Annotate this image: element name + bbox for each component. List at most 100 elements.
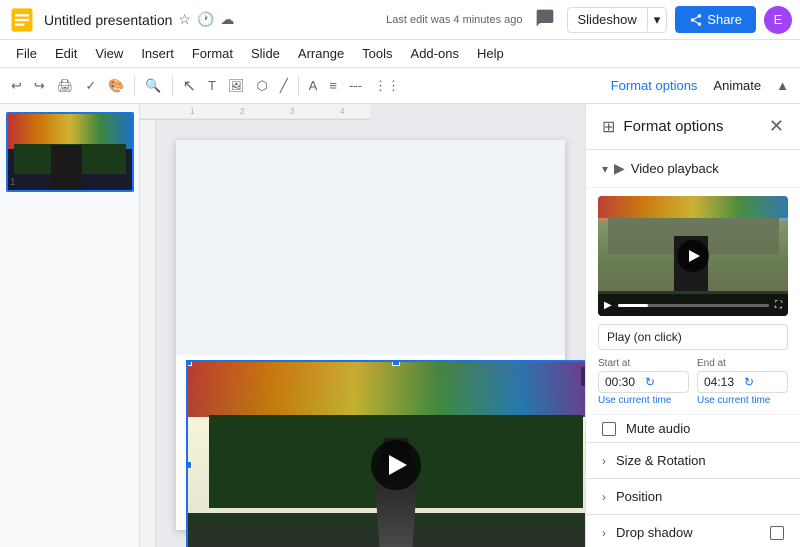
- line-weight-button[interactable]: ≡: [324, 75, 342, 96]
- video-play-button[interactable]: [371, 440, 421, 490]
- end-time-input[interactable]: [704, 375, 744, 389]
- bg-color-button[interactable]: A: [304, 75, 323, 96]
- use-current-start[interactable]: Use current time: [598, 395, 689, 406]
- use-current-time: Use current time Use current time: [598, 395, 788, 406]
- resize-handle-tm[interactable]: [392, 360, 400, 366]
- slideshow-container: Slideshow ▾: [567, 7, 668, 33]
- end-refresh-icon[interactable]: ↻: [744, 375, 754, 389]
- zoom-button[interactable]: 🔍: [140, 75, 166, 97]
- start-time-input-wrap: ↻: [598, 371, 689, 393]
- text-box-button[interactable]: T: [203, 75, 221, 96]
- start-time-group: Start at ↻: [598, 358, 689, 393]
- toolbar-collapse[interactable]: ▲: [771, 75, 794, 96]
- slide-upper-area: [176, 140, 565, 355]
- print-button[interactable]: 🖨: [52, 75, 79, 97]
- time-inputs: Start at ↻ End at ↻: [598, 358, 788, 393]
- spellcheck-button[interactable]: ✓: [80, 75, 101, 97]
- menu-insert[interactable]: Insert: [133, 44, 182, 63]
- mute-audio-label: Mute audio: [626, 421, 690, 436]
- title-bar-actions: Last edit was 4 minutes ago Slideshow ▾ …: [386, 4, 792, 35]
- format-panel-title: Format options: [623, 118, 769, 135]
- main-area: 1 1 2 3 4 5 6 7 8 9: [0, 104, 800, 547]
- svg-text:1: 1: [190, 107, 195, 116]
- line-dash-button[interactable]: ---: [344, 75, 367, 96]
- slideshow-dropdown[interactable]: ▾: [648, 8, 667, 32]
- start-time-input[interactable]: [605, 375, 645, 389]
- star-icon[interactable]: ☆: [178, 11, 191, 28]
- align-button[interactable]: ⋮⋮: [369, 75, 405, 97]
- position-section: › Position: [586, 478, 800, 514]
- ruler-horizontal: 1 2 3 4 5 6 7 8 9: [140, 104, 370, 120]
- start-at-label: Start at: [598, 358, 689, 369]
- slideshow-button[interactable]: Slideshow: [568, 8, 648, 31]
- user-avatar[interactable]: E: [764, 6, 792, 34]
- end-at-label: End at: [697, 358, 788, 369]
- video-playback-header[interactable]: ▾ ▶ Video playback: [586, 150, 800, 188]
- select-button[interactable]: ↖: [178, 73, 201, 99]
- shapes-button[interactable]: ⬡: [251, 75, 272, 97]
- paint-format-button[interactable]: 🎨: [103, 75, 129, 97]
- format-options-button[interactable]: Format options: [605, 75, 704, 96]
- mute-audio-row: Mute audio: [586, 414, 800, 442]
- animate-button[interactable]: Animate: [707, 75, 767, 96]
- slide-container: ⤢: [156, 120, 585, 547]
- play-options: Play (on click) Play (automatically) Pla…: [598, 324, 788, 350]
- menu-view[interactable]: View: [87, 44, 131, 63]
- progress-bar[interactable]: [618, 304, 769, 307]
- canvas-area[interactable]: 1 2 3 4 5 6 7 8 9: [140, 104, 585, 547]
- resize-handle-ml[interactable]: [186, 461, 192, 469]
- share-label: Share: [707, 12, 742, 27]
- preview-play-small-icon[interactable]: ▶: [604, 300, 612, 311]
- undo-button[interactable]: ↩: [6, 75, 27, 97]
- resize-handle-tl[interactable]: [186, 360, 192, 366]
- video-playback-section: ▾ ▶ Video playback ▶ ⛶: [586, 150, 800, 442]
- progress-fill: [618, 304, 648, 307]
- share-button[interactable]: Share: [675, 6, 756, 33]
- menu-arrange[interactable]: Arrange: [290, 44, 352, 63]
- slide-thumbnail-1[interactable]: 1: [6, 112, 134, 192]
- video-element[interactable]: ⤢: [186, 360, 585, 547]
- classroom-top-decor: [188, 362, 585, 422]
- size-rotation-section: › Size & Rotation: [586, 442, 800, 478]
- history-icon[interactable]: 🕐: [197, 11, 214, 28]
- menu-tools[interactable]: Tools: [354, 44, 400, 63]
- drop-shadow-header[interactable]: › Drop shadow: [586, 515, 800, 547]
- fullscreen-icon[interactable]: ⛶: [775, 300, 782, 311]
- format-panel: ⊞ Format options ✕ ▾ ▶ Video playback: [585, 104, 800, 547]
- ruler-vertical: [140, 120, 156, 547]
- start-refresh-icon[interactable]: ↻: [645, 375, 655, 389]
- menu-help[interactable]: Help: [469, 44, 512, 63]
- cloud-icon: ☁: [220, 11, 234, 28]
- video-playback-title: Video playback: [631, 161, 784, 176]
- position-header[interactable]: › Position: [586, 479, 800, 514]
- slide-canvas[interactable]: ⤢: [176, 140, 565, 530]
- title-bar: Untitled presentation ☆ 🕐 ☁ Last edit wa…: [0, 0, 800, 40]
- menu-addons[interactable]: Add-ons: [403, 44, 467, 63]
- menu-edit[interactable]: Edit: [47, 44, 85, 63]
- menu-slide[interactable]: Slide: [243, 44, 288, 63]
- preview-play-button[interactable]: [677, 240, 709, 272]
- use-current-end[interactable]: Use current time: [697, 395, 788, 406]
- redo-button[interactable]: ↪: [29, 75, 50, 97]
- menu-format[interactable]: Format: [184, 44, 241, 63]
- position-chevron-icon: ›: [602, 490, 606, 504]
- slide-thumb-content: [8, 114, 132, 190]
- drop-shadow-checkbox[interactable]: [770, 526, 784, 540]
- svg-text:2: 2: [240, 107, 245, 116]
- presentation-title[interactable]: Untitled presentation: [44, 12, 172, 28]
- drop-shadow-title: Drop shadow: [616, 525, 770, 540]
- play-option-select[interactable]: Play (on click) Play (automatically) Pla…: [598, 324, 788, 350]
- svg-text:4: 4: [340, 107, 345, 116]
- comment-button[interactable]: [531, 4, 559, 35]
- toolbar: ↩ ↪ 🖨 ✓ 🎨 🔍 ↖ T 🖼 ⬡ ╱ A ≡ --- ⋮⋮ Format …: [0, 68, 800, 104]
- format-panel-close[interactable]: ✕: [769, 116, 784, 137]
- title-area: Untitled presentation ☆ 🕐 ☁: [44, 11, 386, 28]
- preview-controls: ▶ ⛶: [598, 294, 788, 316]
- mute-checkbox[interactable]: [602, 422, 616, 436]
- image-button[interactable]: 🖼: [223, 75, 250, 97]
- menu-file[interactable]: File: [8, 44, 45, 63]
- external-link-icon[interactable]: ⤢: [581, 367, 585, 386]
- menu-bar: File Edit View Insert Format Slide Arran…: [0, 40, 800, 68]
- line-button[interactable]: ╱: [275, 75, 293, 97]
- size-rotation-header[interactable]: › Size & Rotation: [586, 443, 800, 478]
